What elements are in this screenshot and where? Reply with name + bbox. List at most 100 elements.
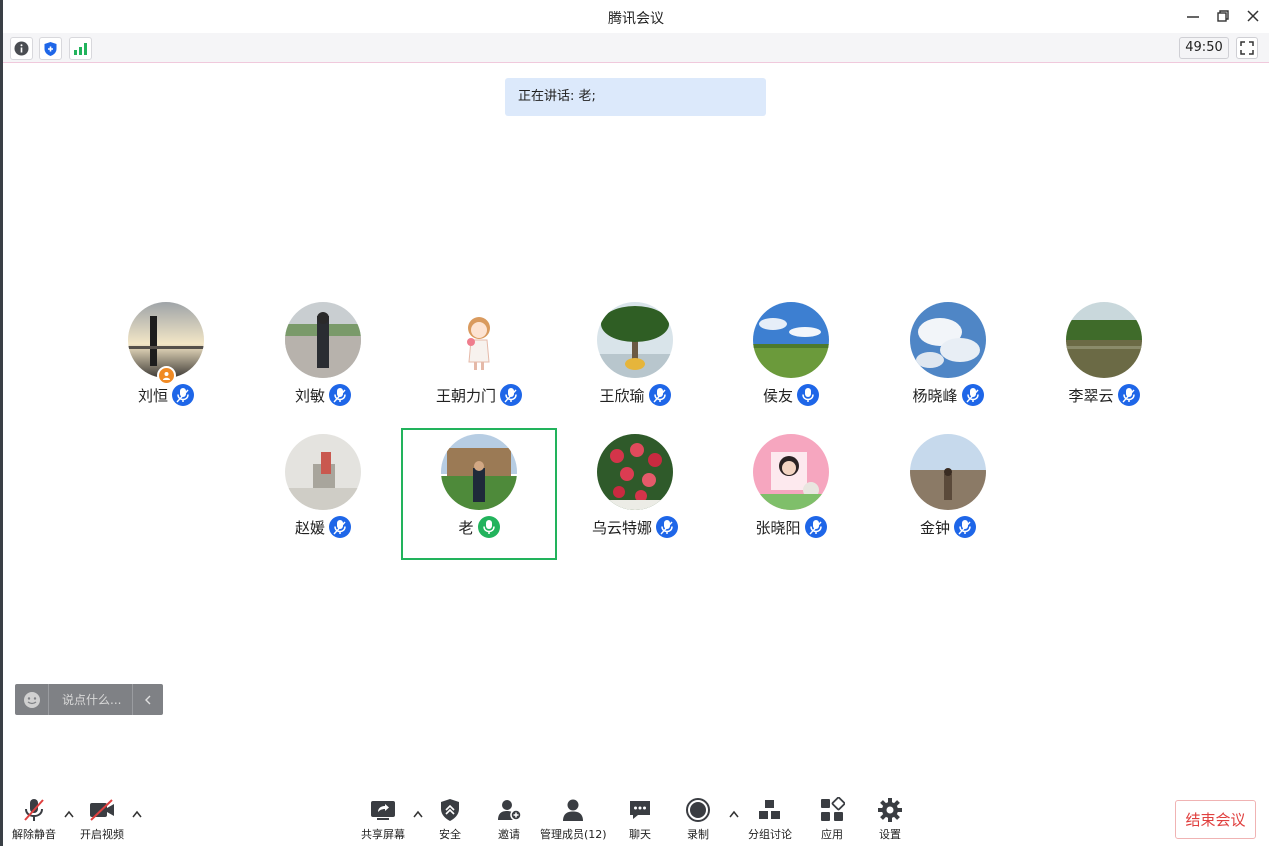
breakout-rooms-label: 分组讨论 [748,828,792,841]
fullscreen-icon [1240,41,1254,55]
window-left-edge [0,0,3,846]
avatar [441,302,517,378]
smile-icon [23,691,40,708]
collapse-chat-button[interactable] [132,684,163,715]
manage-members-label: 管理成员(12) [540,828,607,841]
participant-name: 赵媛 [294,518,325,537]
participant-name: 王朝力门 [435,386,496,405]
members-icon [563,799,584,821]
microphone-icon [802,388,814,402]
participant-tile[interactable]: 刘敏 [245,296,401,428]
chevron-up-icon [132,810,142,818]
participant-name: 金钟 [919,518,950,537]
invite-button[interactable]: 邀请 [496,796,522,842]
microphone-muted-icon [954,516,976,538]
settings-button[interactable]: 设置 [877,796,903,842]
participant-tile[interactable]: 王欣瑜 [557,296,713,428]
participant-name: 王欣瑜 [599,386,645,405]
participant-tile[interactable]: 杨晓峰 [870,296,1026,428]
avatar [753,302,829,378]
video-options-caret[interactable] [132,808,142,821]
microphone-muted-icon [649,384,671,406]
window-title: 腾讯会议 [608,11,664,27]
mic-status [648,384,671,406]
restore-icon [1217,10,1229,22]
participant-name: 刘恒 [137,386,168,405]
participant-name: 张晓阳 [755,518,801,537]
participant-tile[interactable]: 李翠云 [1026,296,1182,428]
settings-label: 设置 [879,828,901,841]
mic-status [656,516,678,538]
chat-button[interactable]: 聊天 [628,796,652,842]
chat-placeholder[interactable]: 说点什么... [49,691,132,708]
minimize-button[interactable] [1183,6,1203,26]
end-meeting-button[interactable]: 结束会议 [1175,800,1256,839]
participant-tile[interactable]: 赵媛 [245,428,401,560]
security-button[interactable]: 安全 [439,796,461,842]
participant-tile[interactable]: 王朝力门 [401,296,557,428]
security-icon [441,799,459,821]
participant-tile[interactable]: 张晓阳 [713,428,869,560]
unmute-button[interactable]: 解除静音 [12,796,56,842]
audio-options-caret[interactable] [64,808,74,821]
mic-status [500,384,522,406]
restore-button[interactable] [1213,6,1233,26]
participant-tile[interactable]: 刘恒 [88,296,244,428]
invite-label: 邀请 [498,828,520,841]
record-button[interactable]: 录制 [685,796,711,842]
avatar [597,434,673,510]
microphone-muted-icon [172,384,194,406]
participant-tile[interactable]: 金钟 [870,428,1026,560]
meeting-toolbar: 49:50 [3,33,1269,63]
microphone-muted-icon [24,799,44,821]
avatar [910,434,986,510]
unmute-label: 解除静音 [12,828,56,841]
chat-quick-input[interactable]: 说点什么... [15,684,163,715]
start-video-button[interactable]: 开启视频 [80,796,124,842]
participant-name: 刘敏 [294,386,325,405]
meeting-timer: 49:50 [1179,37,1229,59]
shield-icon [44,41,57,56]
record-options-caret[interactable] [729,808,739,821]
participant-tile[interactable]: 侯友 [713,296,869,428]
manage-members-button[interactable]: 管理成员(12) [540,796,607,842]
breakout-icon [759,800,780,819]
security-label: 安全 [439,828,461,841]
host-badge [157,366,176,385]
microphone-muted-icon [962,384,984,406]
active-speaker-tile[interactable]: 老 [401,428,557,560]
microphone-active-icon [482,520,495,534]
settings-icon [878,798,902,822]
emoji-button[interactable] [15,684,49,715]
collapse-icon [145,695,151,704]
close-button[interactable] [1243,6,1263,26]
apps-button[interactable]: 应用 [819,796,845,842]
avatar [285,302,361,378]
info-button[interactable] [10,37,33,60]
share-screen-button[interactable]: 共享屏幕 [361,796,405,842]
fullscreen-button[interactable] [1236,37,1258,59]
avatar [441,434,517,510]
breakout-rooms-button[interactable]: 分组讨论 [748,796,792,842]
chevron-up-icon [413,810,423,818]
chat-icon [630,801,650,819]
apps-icon [821,797,845,821]
participant-name: 李翠云 [1068,386,1114,405]
video-off-icon [90,799,114,821]
mic-status [797,384,819,406]
record-icon [686,798,710,822]
invite-icon [498,800,522,821]
mic-status [954,516,976,538]
record-label: 录制 [687,828,709,841]
chevron-up-icon [64,810,74,818]
participant-name: 杨晓峰 [912,386,958,405]
participant-name: 老 [458,518,474,537]
minimize-icon [1187,16,1199,18]
mic-status [961,384,984,406]
security-status-button[interactable] [39,37,62,60]
network-status-button[interactable] [69,37,92,60]
avatar [910,302,986,378]
speaking-indicator: 正在讲话: 老; [505,78,766,116]
participant-tile[interactable]: 乌云特娜 [557,428,713,560]
share-options-caret[interactable] [413,808,423,821]
